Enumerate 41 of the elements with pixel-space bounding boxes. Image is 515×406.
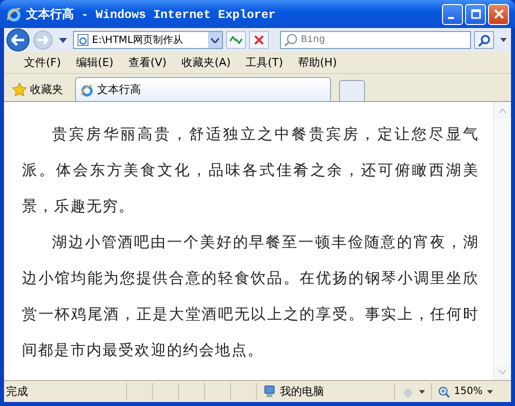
caret-icon bbox=[500, 38, 506, 42]
paragraph: 湖边小管酒吧由一个美好的早餐至一顿丰俭随意的宵夜，湖边小馆均能为您提供合意的轻食饮品。在优扬的钢琴小调里坐欣赏一杯鸡尾酒，正是大堂酒吧无以上之的享受。事实上，任何时间都是市内最受欢迎的约会地点。 bbox=[22, 232, 479, 361]
stop-button[interactable] bbox=[249, 31, 269, 49]
ie-logo-icon bbox=[80, 82, 94, 96]
computer-icon bbox=[263, 385, 276, 398]
security-zone: 我的电脑 bbox=[256, 383, 373, 400]
page-icon bbox=[77, 34, 89, 46]
search-icon bbox=[284, 33, 298, 47]
search-button[interactable] bbox=[474, 31, 494, 49]
stop-icon bbox=[254, 35, 264, 45]
status-text: 完成 bbox=[5, 384, 29, 399]
refresh-button[interactable] bbox=[226, 31, 246, 49]
menu-item[interactable]: 查看(V) bbox=[128, 55, 167, 70]
zoom-icon bbox=[438, 386, 450, 398]
favorites-button[interactable]: 收藏夹 bbox=[8, 77, 67, 101]
ie-logo-icon bbox=[6, 6, 22, 22]
minimize-button[interactable] bbox=[442, 4, 463, 24]
zoom-button[interactable]: 150% bbox=[431, 383, 499, 400]
close-button[interactable] bbox=[488, 4, 509, 24]
address-field[interactable]: E:\HTML网页制作从 bbox=[73, 31, 223, 49]
menu-item[interactable]: 编辑(E) bbox=[76, 55, 114, 70]
menu-item[interactable]: 收藏夹(A) bbox=[182, 55, 231, 70]
menu-item[interactable]: 工具(T) bbox=[246, 55, 283, 70]
caret-icon bbox=[419, 390, 425, 394]
star-icon bbox=[12, 82, 27, 96]
search-icon bbox=[478, 34, 490, 46]
caret-icon[interactable] bbox=[59, 38, 67, 42]
paragraph: 贵宾房华丽高贵，舒适独立之中餐贵宾房，定让您尽显气派。体会东方美食文化，品味各式佳肴之余，还可俯瞰西湖美景，乐趣无穷。 bbox=[22, 124, 479, 217]
minimize-icon bbox=[448, 17, 454, 19]
close-icon bbox=[494, 9, 504, 19]
menu-item[interactable]: 文件(F) bbox=[24, 55, 61, 70]
window-title: 文本行高 - Windows Internet Explorer bbox=[26, 6, 277, 22]
caret-icon bbox=[486, 390, 493, 394]
maximize-button[interactable] bbox=[465, 4, 486, 24]
browser-tab[interactable]: 文本行高 bbox=[75, 77, 331, 101]
caret-icon bbox=[211, 38, 219, 42]
menu-item[interactable]: 帮助(H) bbox=[298, 55, 337, 70]
search-field[interactable]: Bing bbox=[280, 31, 471, 49]
address-dropdown-button[interactable] bbox=[208, 32, 222, 48]
back-button[interactable] bbox=[6, 28, 30, 52]
maximize-icon bbox=[470, 9, 480, 19]
